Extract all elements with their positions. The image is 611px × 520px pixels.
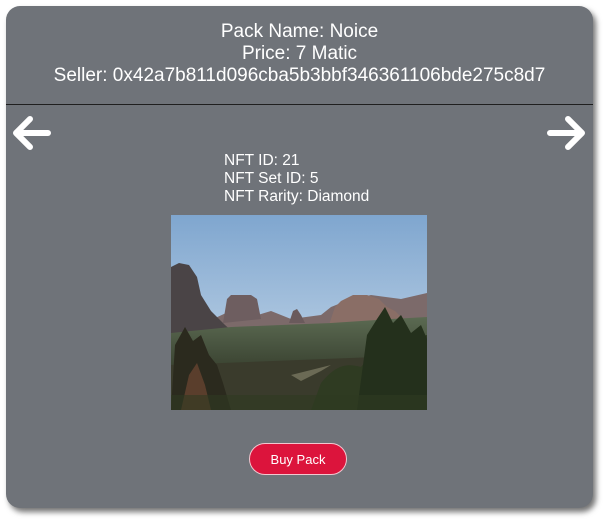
- nft-id: NFT ID: 21: [224, 152, 300, 169]
- nft-info: NFT ID: 21 NFT Set ID: 5 NFT Rarity: Dia…: [224, 152, 369, 206]
- arrow-right-icon: [547, 116, 585, 150]
- next-nft-button[interactable]: [546, 111, 590, 155]
- pack-name: Pack Name: Noice: [220, 21, 379, 42]
- previous-nft-button[interactable]: [8, 111, 52, 155]
- buy-pack-button[interactable]: Buy Pack: [249, 443, 347, 475]
- nft-rarity: NFT Rarity: Diamond: [224, 188, 370, 205]
- nft-set-id: NFT Set ID: 5: [224, 170, 319, 187]
- pack-card: Pack Name: Noice Price: 7 Matic Seller: …: [6, 6, 593, 508]
- arrow-left-icon: [13, 116, 51, 150]
- pack-seller: Seller: 0x42a7b811d096cba5b3bbf346361106…: [53, 65, 546, 86]
- pack-price: Price: 7 Matic: [241, 43, 358, 64]
- nft-image: [171, 215, 427, 410]
- pack-header: Pack Name: Noice Price: 7 Matic Seller: …: [6, 6, 593, 105]
